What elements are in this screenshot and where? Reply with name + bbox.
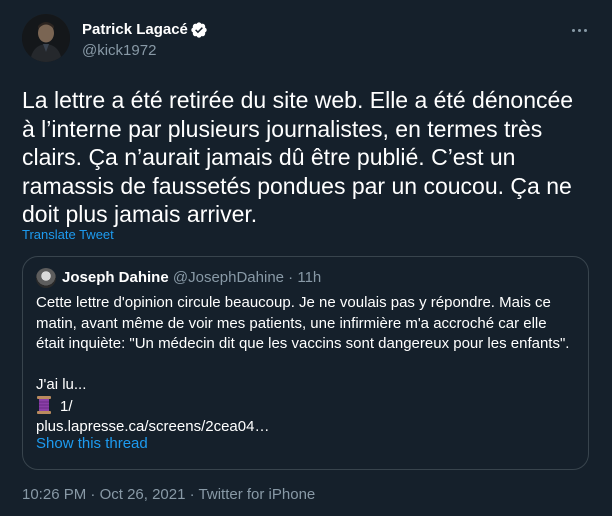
footer-separator: · [86,486,100,503]
quote-line: Cette lettre d'opinion circule beaucoup.… [36,294,551,311]
dot [583,28,587,32]
tweet-text: La lettre a été retirée du site web. Ell… [22,87,574,227]
footer-separator: · [185,486,199,503]
author-display-name[interactable]: Patrick Lagacé [82,21,188,38]
thread-spool-icon [37,395,51,414]
tweet-footer: 10:26 PM · Oct 26, 2021 · Twitter for iP… [22,486,315,503]
quote-body: Cette lettre d'opinion circule beaucoup.… [36,293,581,438]
quote-header: Joseph Dahine @JosephDahine · 11h [62,269,321,286]
quote-display-name: Joseph Dahine [62,269,169,286]
quote-line: était inquiète: "Un médecin dit que les … [36,335,570,352]
dot [577,28,581,32]
dot [571,28,575,32]
quote-line: matin, avant même de voir mes patients, … [36,314,547,332]
more-options-icon[interactable] [565,20,593,40]
show-thread-link[interactable]: Show this thread [36,435,148,452]
tweet-card: Patrick Lagacé @kick1972 La lettre a été… [0,0,612,516]
tweet-date[interactable]: Oct 26, 2021 [100,486,186,503]
translate-tweet-link[interactable]: Translate Tweet [22,227,114,242]
author-handle[interactable]: @kick1972 [82,42,156,59]
quote-separator: · [284,269,298,286]
tweet-source[interactable]: Twitter for iPhone [199,486,316,503]
verified-badge-icon [191,22,207,38]
quote-line: J'ai lu... [36,376,87,393]
author-avatar[interactable] [22,14,70,62]
quoted-tweet[interactable]: Joseph Dahine @JosephDahine · 11h Cette … [22,256,589,470]
quote-author-avatar [36,268,56,288]
thread-marker: 1/ [60,397,73,415]
quote-handle: @JosephDahine [172,269,285,286]
avatar-photo [22,14,70,62]
tweet-time[interactable]: 10:26 PM [22,486,86,503]
quote-time: 11h [297,269,322,286]
quote-thread-line: 1/ [36,395,581,418]
